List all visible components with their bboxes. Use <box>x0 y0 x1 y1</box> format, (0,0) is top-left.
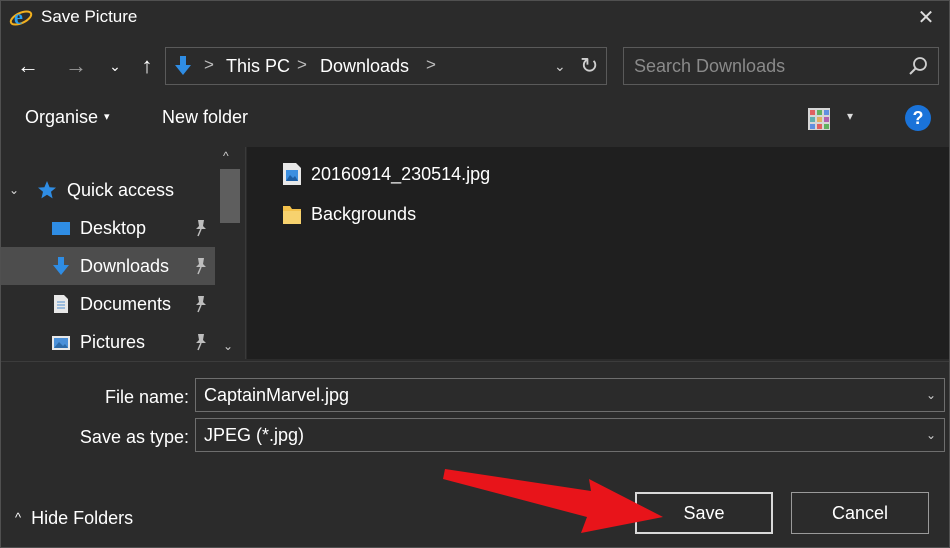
pin-icon <box>196 220 206 237</box>
sidebar-item-label: Documents <box>80 293 172 314</box>
title-bar: e Save Picture ✕ <box>1 1 949 33</box>
new-folder-button[interactable]: New folder <box>162 107 248 128</box>
up-button[interactable]: ↑ <box>133 51 161 81</box>
sidebar-item-label: Pictures <box>80 331 146 352</box>
command-toolbar: Organise ▾ New folder ▾ ? <box>1 97 949 141</box>
help-icon[interactable]: ? <box>905 105 931 131</box>
pin-icon <box>196 296 206 313</box>
documents-icon <box>54 295 68 313</box>
file-name: 20160914_230514.jpg <box>311 163 491 184</box>
navigation-pane[interactable]: ⌄ Quick access Desktop Downloads Documen… <box>1 147 245 359</box>
save-as-type-select[interactable]: JPEG (*.jpg) ⌄ <box>195 418 945 452</box>
scroll-down-icon[interactable]: ⌄ <box>223 339 233 353</box>
back-button[interactable]: ← <box>13 51 43 81</box>
chevron-down-icon[interactable]: ⌄ <box>926 388 936 402</box>
sidebar-item-label: Downloads <box>80 255 170 276</box>
image-file-icon <box>283 163 301 185</box>
internet-explorer-icon: e <box>9 7 33 29</box>
pictures-icon <box>52 336 70 350</box>
sidebar-item-quick-access[interactable]: ⌄ Quick access <box>1 171 215 209</box>
save-button[interactable]: Save <box>635 492 773 534</box>
breadcrumb-separator[interactable]: > <box>204 55 214 75</box>
navigation-pane-scrollbar[interactable]: ^ ⌄ <box>217 147 243 359</box>
scroll-up-icon[interactable]: ^ <box>223 149 229 163</box>
expand-chevron-down-icon[interactable]: ⌄ <box>9 183 19 197</box>
file-name-field[interactable]: CaptainMarvel.jpg ⌄ <box>195 378 945 412</box>
chevron-down-icon[interactable]: ⌄ <box>926 428 936 442</box>
chevron-up-icon: ^ <box>15 510 22 525</box>
caret-down-icon: ▾ <box>104 111 110 123</box>
pane-divider[interactable] <box>245 147 246 359</box>
file-list[interactable]: 20160914_230514.jpg Backgrounds <box>247 147 949 359</box>
file-name: Backgrounds <box>311 203 417 224</box>
file-name-value[interactable]: CaptainMarvel.jpg <box>204 385 349 406</box>
downloads-location-icon <box>175 56 191 75</box>
change-view-icon[interactable] <box>807 107 831 131</box>
organise-menu[interactable]: Organise ▾ <box>25 107 110 128</box>
sidebar-item-downloads[interactable]: Downloads <box>1 247 215 285</box>
save-as-type-label: Save as type: <box>79 427 189 447</box>
list-item[interactable]: Backgrounds <box>281 199 416 229</box>
address-bar[interactable]: > This PC > Downloads > ⌄ ↻ <box>165 47 607 85</box>
window-title: Save Picture <box>41 7 138 26</box>
list-item[interactable]: 20160914_230514.jpg <box>281 159 490 189</box>
desktop-icon <box>52 222 70 235</box>
pin-icon <box>196 258 206 275</box>
folder-icon <box>283 206 301 224</box>
view-options-chevron-down-icon[interactable]: ▾ <box>847 109 853 123</box>
save-form: File name: CaptainMarvel.jpg ⌄ Save as t… <box>1 361 949 547</box>
sidebar-item-label: Quick access <box>67 179 175 200</box>
sidebar-item-desktop[interactable]: Desktop <box>1 209 215 247</box>
svg-text:e: e <box>14 7 23 29</box>
pin-icon <box>196 334 206 351</box>
forward-button[interactable]: → <box>61 51 91 81</box>
star-icon <box>38 181 56 199</box>
search-icon[interactable] <box>908 56 928 76</box>
breadcrumb-downloads[interactable]: Downloads <box>320 56 409 77</box>
breadcrumb-this-pc[interactable]: This PC <box>226 56 290 77</box>
save-as-type-value[interactable]: JPEG (*.jpg) <box>204 425 304 446</box>
save-picture-dialog: e Save Picture ✕ ← → ⌄ ↑ > This PC > Dow… <box>0 0 950 548</box>
close-icon[interactable]: ✕ <box>913 4 939 30</box>
scroll-thumb[interactable] <box>220 169 240 223</box>
hide-folders-button[interactable]: ^ Hide Folders <box>15 508 133 529</box>
file-name-label: File name: <box>104 387 189 407</box>
organise-label: Organise <box>25 107 99 127</box>
search-input[interactable] <box>624 48 894 84</box>
downloads-icon <box>53 257 69 275</box>
cancel-button[interactable]: Cancel <box>791 492 929 534</box>
recent-locations-chevron-down-icon[interactable]: ⌄ <box>103 51 127 81</box>
breadcrumb-separator[interactable]: > <box>297 55 307 75</box>
refresh-icon[interactable]: ↻ <box>580 53 598 79</box>
sidebar-item-documents[interactable]: Documents <box>1 285 215 323</box>
sidebar-item-pictures[interactable]: Pictures <box>1 323 215 359</box>
sidebar-item-label: Desktop <box>80 217 147 238</box>
search-box[interactable] <box>623 47 939 85</box>
navigation-bar: ← → ⌄ ↑ > This PC > Downloads > ⌄ ↻ <box>1 43 949 89</box>
hide-folders-label: Hide Folders <box>31 508 134 528</box>
breadcrumb-separator[interactable]: > <box>426 55 436 75</box>
address-dropdown-chevron-down-icon[interactable]: ⌄ <box>554 58 566 75</box>
